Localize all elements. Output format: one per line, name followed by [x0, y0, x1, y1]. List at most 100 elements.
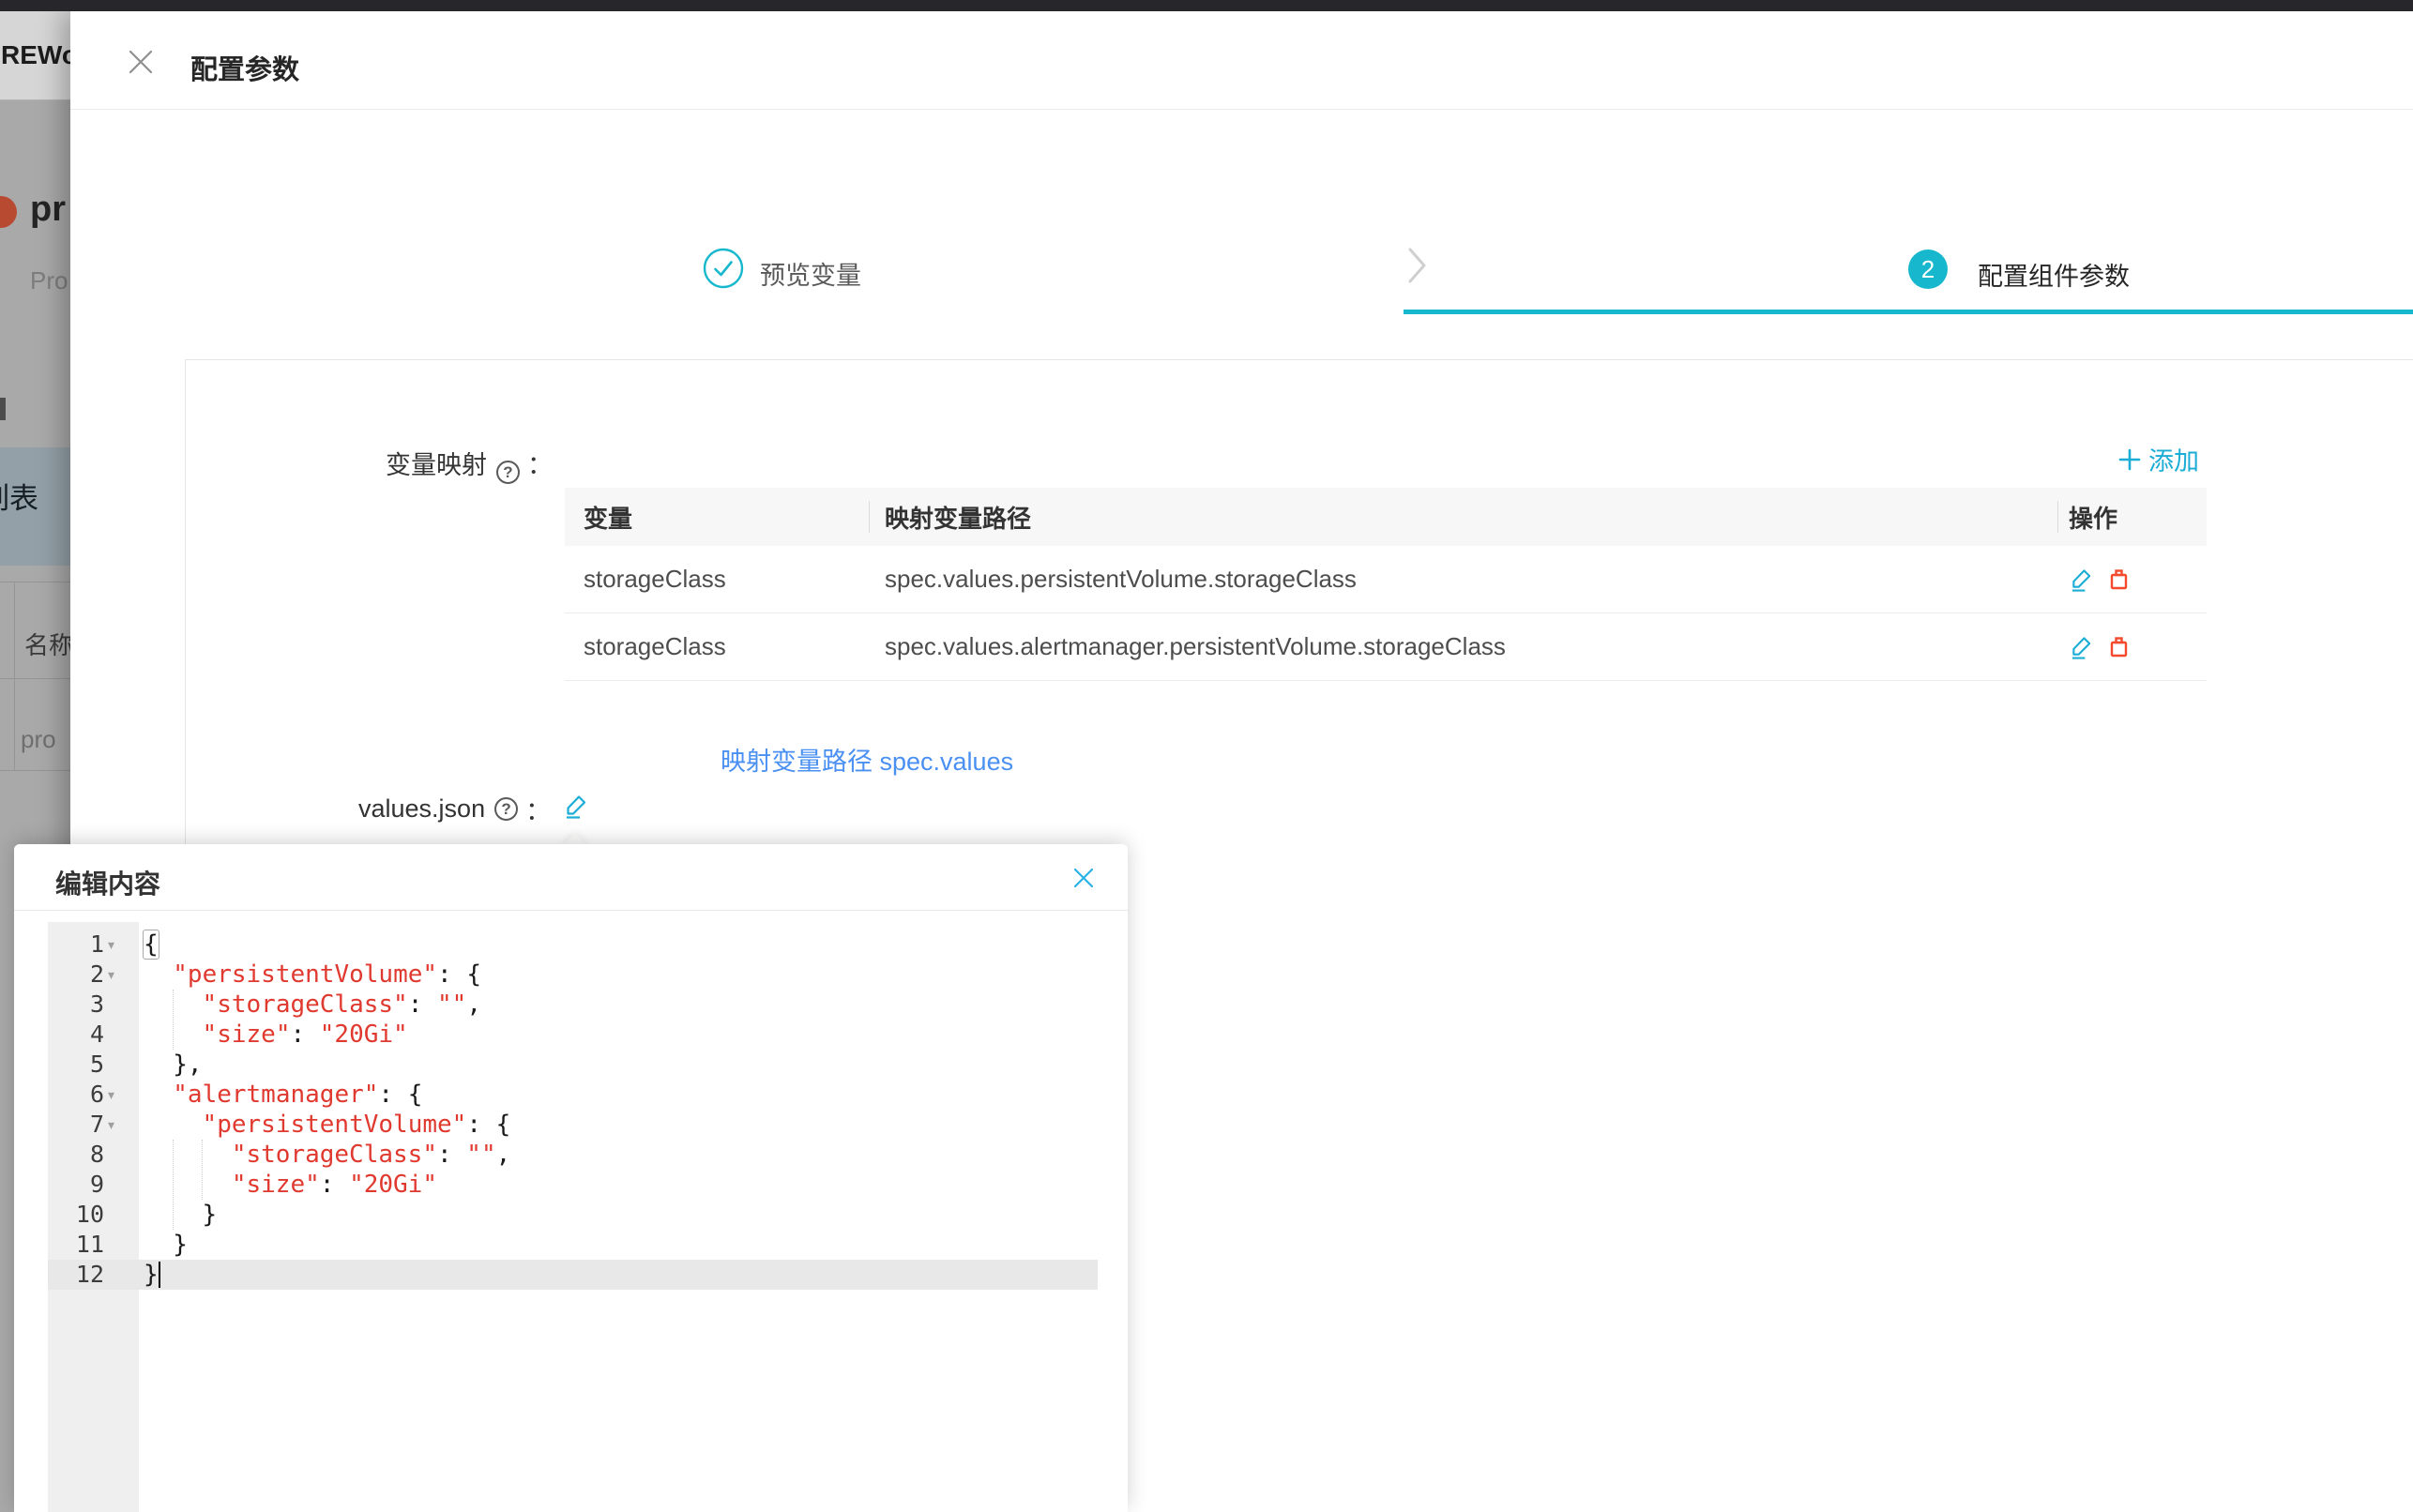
- help-icon[interactable]: ?: [494, 797, 519, 821]
- line-number: 6: [89, 1081, 104, 1108]
- text-cursor: [159, 1262, 160, 1288]
- code-text: }: [144, 1200, 218, 1230]
- background-divider: [0, 770, 70, 771]
- json-punct-token: : {: [378, 1081, 423, 1109]
- background-clipped-glyph: [0, 398, 6, 420]
- background-tab-list: 列表: [0, 447, 70, 566]
- json-string-token: "storageClass": [231, 1141, 437, 1169]
- column-header-path: 映射变量路径: [885, 504, 1032, 533]
- json-string-token: "": [437, 990, 467, 1019]
- close-icon[interactable]: [129, 50, 153, 74]
- code-text: },: [144, 1050, 203, 1080]
- json-string-token: "persistentVolume": [173, 960, 438, 989]
- table-header-row: 变量 映射变量路径 操作: [565, 488, 2207, 546]
- background-page-title: pr: [30, 189, 66, 229]
- code-line-7[interactable]: 7 ▾ "persistentVolume": {: [14, 1110, 1128, 1140]
- cell-variable: storageClass: [584, 565, 726, 593]
- background-table-cell: pro: [21, 725, 56, 753]
- add-mapping-button[interactable]: 添加: [2118, 441, 2199, 477]
- popover-header: 编辑内容: [14, 844, 1128, 911]
- cell-path: spec.values.persistentVolume.storageClas…: [885, 565, 1357, 593]
- background-brand-text: REWo: [1, 40, 70, 69]
- code-line-10[interactable]: 10}: [14, 1200, 1128, 1230]
- json-punct-token: :: [407, 990, 438, 1019]
- json-string-token: "20Gi": [319, 1021, 408, 1049]
- plus-icon: [2118, 448, 2141, 470]
- json-punct-token: }: [173, 1231, 188, 1259]
- code-line-3[interactable]: 3 "storageClass": "",: [14, 990, 1128, 1020]
- code-line-12[interactable]: 12}: [14, 1260, 1128, 1290]
- edit-row-icon[interactable]: [2070, 635, 2094, 659]
- code-editor[interactable]: 1 ▾{2 ▾ "persistentVolume": {3 "storageClass…: [14, 922, 1128, 1512]
- json-punct-token: ,: [495, 1141, 511, 1169]
- line-number: 10: [75, 1201, 104, 1228]
- values-json-label: values.json: [358, 794, 486, 823]
- step2-number-badge: 2: [1908, 249, 1948, 289]
- code-line-4[interactable]: 4 "size": "20Gi": [14, 1020, 1128, 1050]
- json-string-token: "size": [231, 1171, 320, 1199]
- background-page-subtitle: Pro: [30, 266, 68, 295]
- json-punct-token: :: [319, 1171, 350, 1199]
- column-header-actions: 操作: [2069, 504, 2118, 533]
- variable-mapping-label: 变量映射?：: [386, 445, 553, 484]
- json-punct-token: : {: [437, 960, 481, 989]
- top-system-bar: [0, 0, 2413, 11]
- code-line-9[interactable]: 9 "size": "20Gi": [14, 1170, 1128, 1200]
- json-string-token: "persistentVolume": [202, 1111, 467, 1139]
- fold-arrow-icon[interactable]: ▾: [108, 1110, 136, 1140]
- json-punct-token: :: [436, 1141, 467, 1169]
- table-row: storageClass spec.values.persistentVolum…: [565, 546, 2207, 613]
- background-tab-label: 列表: [0, 482, 38, 515]
- line-number: 12: [75, 1261, 104, 1288]
- json-string-token: "": [466, 1141, 496, 1169]
- step1-label: 预览变量: [760, 262, 861, 290]
- code-line-6[interactable]: 6 ▾ "alertmanager": {: [14, 1080, 1128, 1110]
- fold-arrow-icon[interactable]: ▾: [108, 930, 136, 960]
- code-line-8[interactable]: 8 "storageClass": "",: [14, 1140, 1128, 1170]
- stepper-chevron-icon: [1407, 247, 1428, 289]
- edit-content-popover: 编辑内容 1 ▾{2 ▾ "persistentVolume": {3 "storage…: [14, 832, 1128, 1512]
- line-number: 1: [89, 930, 104, 958]
- help-icon[interactable]: ?: [496, 461, 520, 484]
- line-number: 11: [75, 1231, 104, 1258]
- background-table-border: [14, 582, 15, 770]
- background-table-header: 名称: [24, 631, 70, 659]
- edit-row-icon[interactable]: [2070, 567, 2094, 592]
- code-line-11[interactable]: 11}: [14, 1230, 1128, 1260]
- code-text: "alertmanager": {: [144, 1080, 422, 1110]
- mapping-path-link[interactable]: 映射变量路径 spec.values: [721, 741, 1013, 778]
- code-text: }: [144, 1260, 159, 1290]
- variable-mapping-table: 变量 映射变量路径 操作 storageClass spec.values.pe…: [565, 488, 2207, 681]
- column-divider: [869, 501, 870, 533]
- json-punct-token: }: [144, 1261, 159, 1289]
- fold-arrow-icon[interactable]: ▾: [108, 1080, 136, 1110]
- json-punct-token: },: [173, 1051, 203, 1079]
- delete-row-icon[interactable]: [2107, 635, 2132, 659]
- code-text: "storageClass": "",: [144, 990, 481, 1020]
- add-label: 添加: [2148, 447, 2199, 476]
- json-punct-token: :: [290, 1021, 320, 1049]
- fold-arrow-icon[interactable]: ▾: [108, 960, 136, 990]
- screen: REWo pr Pro 列表 名称 pro 配置参数 预览变量 2: [0, 0, 2413, 1512]
- code-line-5[interactable]: 5},: [14, 1050, 1128, 1080]
- line-number: 9: [89, 1171, 104, 1198]
- code-line-2[interactable]: 2 ▾ "persistentVolume": {: [14, 960, 1128, 990]
- popover-close-icon[interactable]: [1072, 867, 1095, 889]
- line-number: 4: [89, 1021, 104, 1048]
- active-step-underline: [1404, 310, 2413, 314]
- code-text: "storageClass": "",: [144, 1140, 510, 1170]
- background-app-icon: [0, 196, 17, 228]
- json-punct-token: {: [143, 930, 159, 960]
- cell-variable: storageClass: [584, 632, 726, 660]
- label-colon: ：: [527, 451, 553, 479]
- json-string-token: "alertmanager": [173, 1081, 379, 1109]
- json-punct-token: : {: [466, 1111, 511, 1139]
- popover-body: 编辑内容 1 ▾{2 ▾ "persistentVolume": {3 "storage…: [14, 844, 1128, 1512]
- column-header-variable: 变量: [584, 504, 633, 533]
- edit-values-json-icon[interactable]: [564, 794, 589, 825]
- line-number: 7: [89, 1111, 104, 1138]
- code-line-1[interactable]: 1 ▾{: [14, 930, 1128, 960]
- line-number: 3: [89, 990, 104, 1018]
- line-number: 5: [89, 1051, 104, 1078]
- delete-row-icon[interactable]: [2107, 567, 2132, 592]
